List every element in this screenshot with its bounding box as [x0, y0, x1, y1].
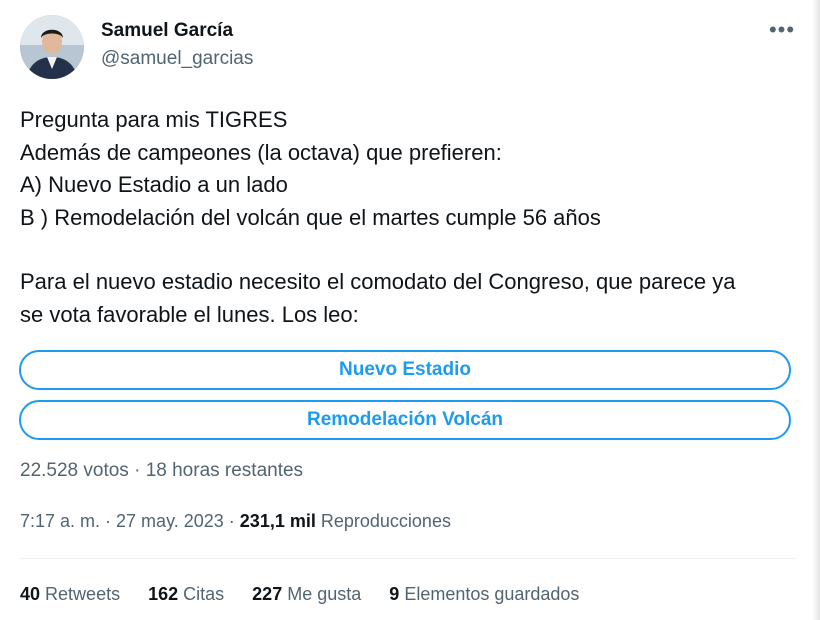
retweets-label: Retweets — [45, 584, 121, 604]
tweet-line: se vota favorable el lunes. Los leo: — [20, 301, 359, 327]
quotes-stat[interactable]: 162 Citas — [148, 584, 224, 605]
author-name[interactable]: Samuel García — [101, 20, 233, 42]
bookmarks-label: Elementos guardados — [404, 584, 580, 604]
likes-label: Me gusta — [287, 584, 362, 604]
likes-count: 227 — [252, 584, 283, 604]
tweet-line: Además de campeones (la octava) que pref… — [20, 139, 502, 165]
tweet-text: Pregunta para mis TIGRES Además de campe… — [20, 104, 805, 331]
tweet-timestamp: 7:17 a. m. · 27 may. 2023 · 231,1 mil Re… — [20, 511, 451, 532]
likes-stat[interactable]: 227 Me gusta — [252, 584, 361, 605]
engagement-stats: 40 Retweets 162 Citas 227 Me gusta 9 Ele… — [20, 584, 579, 605]
avatar-image — [20, 15, 84, 79]
poll-meta: 22.528 votos · 18 horas restantes — [20, 460, 304, 481]
retweets-stat[interactable]: 40 Retweets — [20, 584, 120, 605]
avatar[interactable] — [20, 15, 84, 79]
divider — [20, 558, 795, 559]
bookmarks-count: 9 — [389, 584, 400, 604]
poll-option-nuevo-estadio[interactable]: Nuevo Estadio — [19, 350, 791, 390]
views-count: 231,1 mil — [239, 511, 316, 531]
bookmarks-stat[interactable]: 9 Elementos guardados — [389, 584, 579, 605]
poll-option-remodelacion-volcan[interactable]: Remodelación Volcán — [19, 400, 791, 440]
tweet-line: Pregunta para mis TIGRES — [20, 107, 288, 132]
tweet-line: A) Nuevo Estadio a un lado — [20, 172, 288, 197]
more-horizontal-icon[interactable]: ••• — [768, 19, 796, 42]
retweets-count: 40 — [20, 584, 41, 604]
quotes-label: Citas — [183, 584, 225, 604]
scroll-edge — [812, 0, 820, 620]
tweet-line: Para el nuevo estadio necesito el comoda… — [20, 269, 736, 294]
tweet-line: B ) Remodelación del volcán que el marte… — [20, 204, 601, 230]
quotes-count: 162 — [148, 584, 179, 604]
views-label: Reproducciones — [320, 511, 451, 531]
author-handle[interactable]: @samuel_garcias — [101, 48, 253, 70]
timestamp-date[interactable]: 7:17 a. m. · 27 may. 2023 · — [20, 511, 235, 531]
